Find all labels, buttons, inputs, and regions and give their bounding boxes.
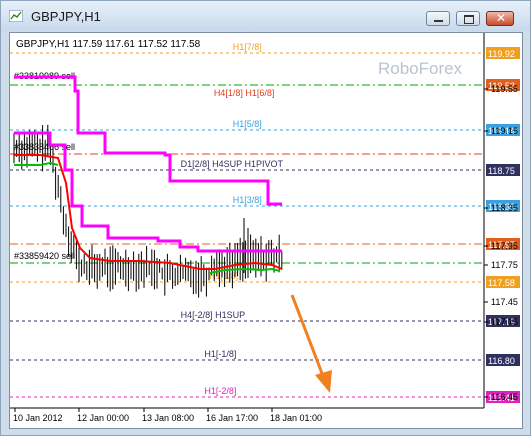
window-title: GBPJPY,H1 xyxy=(31,9,101,24)
price-badge-text: 116.80 xyxy=(488,356,515,366)
chart-icon xyxy=(9,10,23,22)
time-label: 12 Jan 00:00 xyxy=(77,413,129,423)
ma-green-line xyxy=(14,161,59,166)
axis-label: 119.55 xyxy=(491,84,518,94)
minimize-icon xyxy=(434,20,443,22)
level-label: H1[-1/8] xyxy=(204,349,236,359)
time-label: 16 Jan 17:00 xyxy=(206,413,258,423)
axis-label: 117.45 xyxy=(491,297,518,307)
arrow-head xyxy=(315,370,332,393)
maximize-icon xyxy=(464,15,474,24)
level-lines: H1[7/8]119.92119.53H4[1/8] H1[6/8]H1[5/8… xyxy=(10,42,520,403)
axis-label: 118.35 xyxy=(491,203,518,213)
axis-label: 117.95 xyxy=(491,241,518,251)
arrow-shaft xyxy=(290,294,325,377)
time-axis: 10 Jan 2012 12 Jan 00:00 13 Jan 08:00 16 Ja… xyxy=(13,408,322,423)
axis-label: 117.15 xyxy=(491,317,518,327)
level-label: H1[5/8] xyxy=(233,119,262,129)
level-label: H4[1/8] H1[6/8] xyxy=(214,88,275,98)
level-label: H1[7/8] xyxy=(233,42,262,52)
forecast-arrow xyxy=(290,294,332,393)
chart-window: GBPJPY,H1 ✕ GBPJPY,H1 117.59 117.61 117.… xyxy=(0,0,531,436)
time-label: 13 Jan 08:00 xyxy=(142,413,194,423)
price-badge-text: 119.92 xyxy=(488,49,515,59)
axis-label: 119.15 xyxy=(491,126,518,136)
price-chart[interactable]: GBPJPY,H1 117.59 117.61 117.52 117.58 Ro… xyxy=(10,33,522,428)
minimize-button[interactable] xyxy=(426,11,450,26)
time-label: 10 Jan 2012 xyxy=(13,413,63,423)
level-label: H1[-2/8] xyxy=(204,386,236,396)
axis-label: 117.75 xyxy=(491,260,518,270)
title-bar[interactable]: GBPJPY,H1 ✕ xyxy=(1,1,530,31)
price-badge-text: 117.58 xyxy=(488,278,515,288)
watermark: RoboForex xyxy=(378,59,463,78)
level-label: D1[2/8] H4SUP H1PIVOT xyxy=(181,159,284,169)
close-button[interactable]: ✕ xyxy=(486,11,514,26)
level-label: H4[-2/8] H1SUP xyxy=(181,310,246,320)
close-icon: ✕ xyxy=(496,11,507,25)
axis-label: 116.45 xyxy=(491,392,518,402)
chart-header: GBPJPY,H1 117.59 117.61 117.52 117.58 xyxy=(16,39,201,50)
chart-area[interactable]: GBPJPY,H1 117.59 117.61 117.52 117.58 Ro… xyxy=(9,32,523,429)
order-label: #33859420 sell xyxy=(14,251,75,261)
level-label: H1[3/8] xyxy=(233,195,262,205)
time-label: 18 Jan 01:00 xyxy=(270,413,322,423)
maximize-button[interactable] xyxy=(456,11,480,26)
price-badge-text: 118.75 xyxy=(488,166,515,176)
